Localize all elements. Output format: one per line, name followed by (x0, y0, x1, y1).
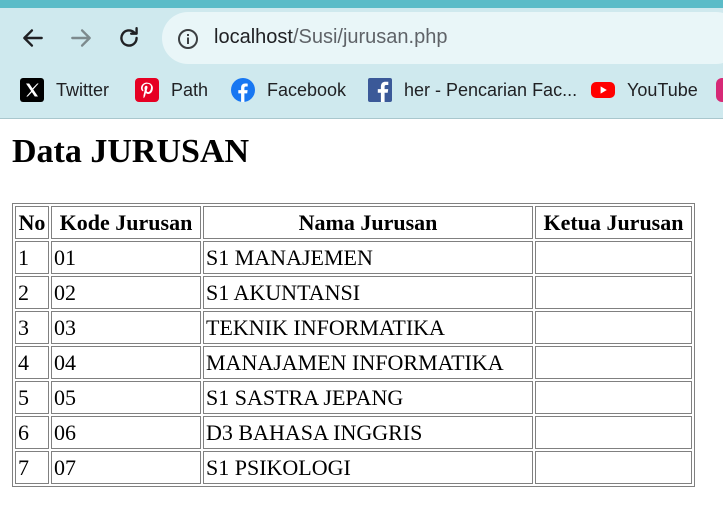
bookmark-pencarian-facebook[interactable]: her - Pencarian Fac... (368, 77, 577, 103)
youtube-icon (591, 82, 615, 98)
cell-ketua (535, 276, 692, 309)
bookmark-facebook[interactable]: Facebook (231, 77, 346, 103)
bookmark-twitter[interactable]: Twitter (20, 77, 109, 103)
bookmark-partial[interactable] (716, 77, 723, 103)
browser-toolbar: localhost/Susi/jurusan.php Twitter Path … (0, 0, 723, 119)
jurusan-table: No Kode Jurusan Nama Jurusan Ketua Jurus… (12, 203, 695, 487)
arrow-left-icon (23, 29, 43, 47)
table-row: 1 01 S1 MANAJEMEN (15, 241, 692, 274)
header-nama-jurusan: Nama Jurusan (203, 206, 533, 239)
cell-nama: S1 SASTRA JEPANG (203, 381, 533, 414)
cell-kode: 03 (51, 311, 201, 344)
cell-ketua (535, 346, 692, 379)
bookmark-label: her - Pencarian Fac... (404, 79, 578, 100)
reload-button[interactable] (113, 22, 145, 54)
cell-nama: S1 PSIKOLOGI (203, 451, 533, 484)
cell-ketua (535, 451, 692, 484)
url-host: localhost (214, 26, 293, 48)
reload-icon (120, 27, 138, 47)
bookmark-path[interactable]: Path (135, 77, 208, 103)
table-header-row: No Kode Jurusan Nama Jurusan Ketua Jurus… (15, 206, 692, 239)
cell-no: 7 (15, 451, 49, 484)
site-info-icon[interactable] (176, 27, 200, 51)
x-twitter-icon (20, 78, 44, 102)
forward-button[interactable] (65, 22, 97, 54)
table-row: 4 04 MANAJAMEN INFORMATIKA (15, 346, 692, 379)
table-row: 5 05 S1 SASTRA JEPANG (15, 381, 692, 414)
cell-kode: 01 (51, 241, 201, 274)
table-row: 2 02 S1 AKUNTANSI (15, 276, 692, 309)
url-text: localhost/Susi/jurusan.php (214, 24, 447, 50)
cell-no: 1 (15, 241, 49, 274)
url-path: /Susi/jurusan.php (292, 26, 448, 48)
cell-kode: 07 (51, 451, 201, 484)
back-button[interactable] (17, 22, 49, 54)
cell-ketua (535, 381, 692, 414)
header-kode-jurusan: Kode Jurusan (51, 206, 201, 239)
cell-no: 2 (15, 276, 49, 309)
table-row: 6 06 D3 BAHASA INGGRIS (15, 416, 692, 449)
cell-nama: MANAJAMEN INFORMATIKA (203, 346, 533, 379)
table-row: 7 07 S1 PSIKOLOGI (15, 451, 692, 484)
page-title: Data JURUSAN (12, 133, 250, 170)
cell-no: 6 (15, 416, 49, 449)
tab-strip-edge (0, 0, 723, 8)
header-no: No (15, 206, 49, 239)
cell-nama: TEKNIK INFORMATIKA (203, 311, 533, 344)
header-ketua-jurusan: Ketua Jurusan (535, 206, 692, 239)
address-bar[interactable]: localhost/Susi/jurusan.php (162, 12, 723, 64)
facebook-square-icon (368, 78, 392, 102)
instagram-icon (716, 78, 723, 102)
cell-kode: 06 (51, 416, 201, 449)
bookmark-label: Twitter (56, 79, 110, 100)
bookmark-label: YouTube (627, 79, 698, 100)
cell-ketua (535, 241, 692, 274)
cell-nama: S1 MANAJEMEN (203, 241, 533, 274)
facebook-icon (231, 78, 255, 102)
cell-nama: S1 AKUNTANSI (203, 276, 533, 309)
table-row: 3 03 TEKNIK INFORMATIKA (15, 311, 692, 344)
cell-no: 4 (15, 346, 49, 379)
cell-nama: D3 BAHASA INGGRIS (203, 416, 533, 449)
arrow-right-icon (71, 29, 91, 47)
cell-kode: 02 (51, 276, 201, 309)
cell-no: 5 (15, 381, 49, 414)
bookmark-label: Facebook (267, 79, 347, 100)
bookmarks-bar: Twitter Path Facebook her - Pencarian Fa… (0, 72, 723, 108)
cell-no: 3 (15, 311, 49, 344)
cell-ketua (535, 416, 692, 449)
cell-ketua (535, 311, 692, 344)
cell-kode: 04 (51, 346, 201, 379)
bookmark-label: Path (171, 79, 209, 100)
cell-kode: 05 (51, 381, 201, 414)
pinterest-icon (135, 78, 159, 102)
bookmark-youtube[interactable]: YouTube (591, 77, 698, 103)
